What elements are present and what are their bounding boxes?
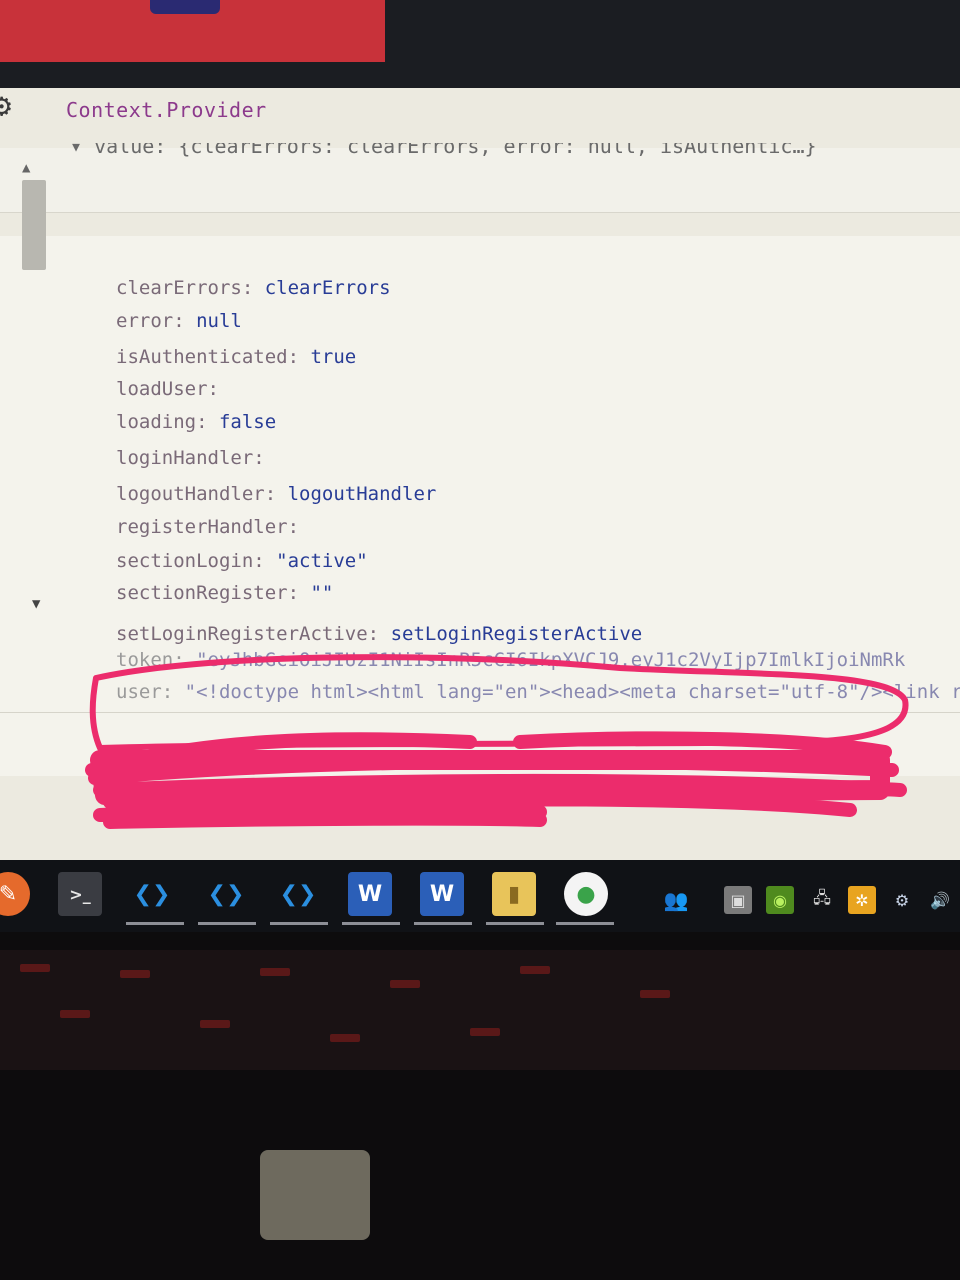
key-glow bbox=[60, 1010, 90, 1018]
prop-key: sectionRegister: bbox=[116, 582, 300, 604]
word-icon[interactable]: W bbox=[348, 872, 392, 916]
taskbar: ✎ >_ ❮❯ ❮❯ ❮❯ W W ▮ ● 👥 ▣ ◉ 🖧 ✲ ⚙ 🔊 bbox=[0, 860, 960, 932]
key-glow bbox=[200, 1020, 230, 1028]
key-glow bbox=[20, 964, 50, 972]
background-window-tab bbox=[150, 0, 220, 14]
steam-icon[interactable]: ⚙ bbox=[888, 886, 916, 914]
key-glow bbox=[470, 1028, 500, 1036]
nvidia-icon[interactable]: ◉ bbox=[766, 886, 794, 914]
prop-row: token: "eyJhbGciOiJIUzI1NiIsInR5cCI6IkpX… bbox=[116, 648, 905, 672]
volume-icon[interactable]: 🔊 bbox=[926, 886, 954, 914]
prop-value: false bbox=[218, 411, 277, 433]
settings-gear-icon[interactable]: ⚙ bbox=[0, 89, 22, 121]
word-icon[interactable]: W bbox=[420, 872, 464, 916]
running-indicator bbox=[270, 922, 328, 925]
prop-key: loadUser: bbox=[116, 378, 219, 400]
vscode-icon[interactable]: ❮❯ bbox=[276, 872, 320, 916]
key-glow bbox=[520, 966, 550, 974]
task-view-icon[interactable]: ▣ bbox=[724, 886, 752, 914]
mongodb-compass-icon[interactable]: ● bbox=[564, 872, 608, 916]
key-glow bbox=[260, 968, 290, 976]
background-window-edge bbox=[0, 0, 385, 62]
prop-row: sectionLogin: "active" bbox=[116, 549, 368, 573]
vscode-icon[interactable]: ❮❯ bbox=[130, 872, 174, 916]
prop-row: user: "<!doctype html><html lang="en"><h… bbox=[116, 680, 960, 704]
scroll-down-arrow-icon[interactable]: ▼ bbox=[32, 596, 40, 612]
prop-row: sectionRegister: "" bbox=[116, 581, 333, 605]
screen bbox=[0, 88, 960, 860]
prop-key: error: bbox=[116, 310, 185, 332]
keyboard-background bbox=[0, 950, 960, 1070]
prop-row: loading: false bbox=[116, 410, 276, 434]
prop-value: true bbox=[310, 346, 357, 368]
value-summary[interactable]: ▾ value: {clearErrors: clearErrors, erro… bbox=[70, 143, 960, 161]
prop-key: setLoginRegisterActive: bbox=[116, 623, 380, 645]
running-indicator bbox=[556, 922, 614, 925]
prop-key: token: bbox=[116, 649, 185, 671]
prop-value: setLoginRegisterActive bbox=[390, 623, 643, 645]
scrollbar-thumb[interactable] bbox=[22, 180, 46, 270]
prop-key: loginHandler: bbox=[116, 447, 265, 469]
updates-icon[interactable]: ✲ bbox=[848, 886, 876, 914]
scroll-up-arrow-icon[interactable]: ▲ bbox=[22, 160, 30, 176]
vscode-icon[interactable]: ❮❯ bbox=[204, 872, 248, 916]
prop-value: "<!doctype html><html lang="en"><head><m… bbox=[184, 681, 960, 703]
prop-row: loginHandler: bbox=[116, 446, 265, 470]
prop-value: "" bbox=[310, 582, 334, 604]
prop-value: "eyJhbGciOiJIUzI1NiIsInR5cCI6IkpXVCJ9.ey… bbox=[196, 649, 906, 671]
prop-key: loading: bbox=[116, 411, 208, 433]
running-indicator bbox=[126, 922, 184, 925]
prop-value: "active" bbox=[276, 550, 368, 572]
key-glow bbox=[640, 990, 670, 998]
prop-row: setLoginRegisterActive: setLoginRegister… bbox=[116, 622, 642, 646]
prop-row: registerHandler: bbox=[116, 515, 299, 539]
running-indicator bbox=[486, 922, 544, 925]
divider bbox=[0, 712, 960, 713]
postman-icon[interactable]: ✎ bbox=[0, 872, 30, 916]
running-indicator bbox=[198, 922, 256, 925]
key-glow bbox=[330, 1034, 360, 1042]
prop-value: clearErrors bbox=[264, 277, 391, 299]
prop-key: user: bbox=[116, 681, 174, 703]
component-title: Context.Provider bbox=[66, 98, 267, 122]
prop-key: clearErrors: bbox=[116, 277, 254, 299]
key-glow bbox=[120, 970, 150, 978]
prop-value: logoutHandler bbox=[287, 483, 437, 505]
network-icon[interactable]: 🖧 bbox=[808, 886, 836, 914]
key-glow bbox=[390, 980, 420, 988]
prop-row: clearErrors: clearErrors bbox=[116, 276, 391, 300]
prop-row: loadUser: bbox=[116, 377, 219, 401]
prop-row: error: null bbox=[116, 309, 242, 333]
prop-row: isAuthenticated: true bbox=[116, 345, 356, 369]
prop-key: sectionLogin: bbox=[116, 550, 265, 572]
people-icon[interactable]: 👥 bbox=[662, 886, 690, 914]
prop-key: isAuthenticated: bbox=[116, 346, 300, 368]
running-indicator bbox=[342, 922, 400, 925]
prop-key: logoutHandler: bbox=[116, 483, 277, 505]
prop-key: registerHandler: bbox=[116, 516, 300, 538]
running-indicator bbox=[414, 922, 472, 925]
prop-value: null bbox=[196, 310, 242, 332]
prop-row: logoutHandler: logoutHandler bbox=[116, 482, 436, 506]
terminal-icon[interactable]: >_ bbox=[58, 872, 102, 916]
file-explorer-icon[interactable]: ▮ bbox=[492, 872, 536, 916]
desk-object bbox=[260, 1150, 370, 1240]
